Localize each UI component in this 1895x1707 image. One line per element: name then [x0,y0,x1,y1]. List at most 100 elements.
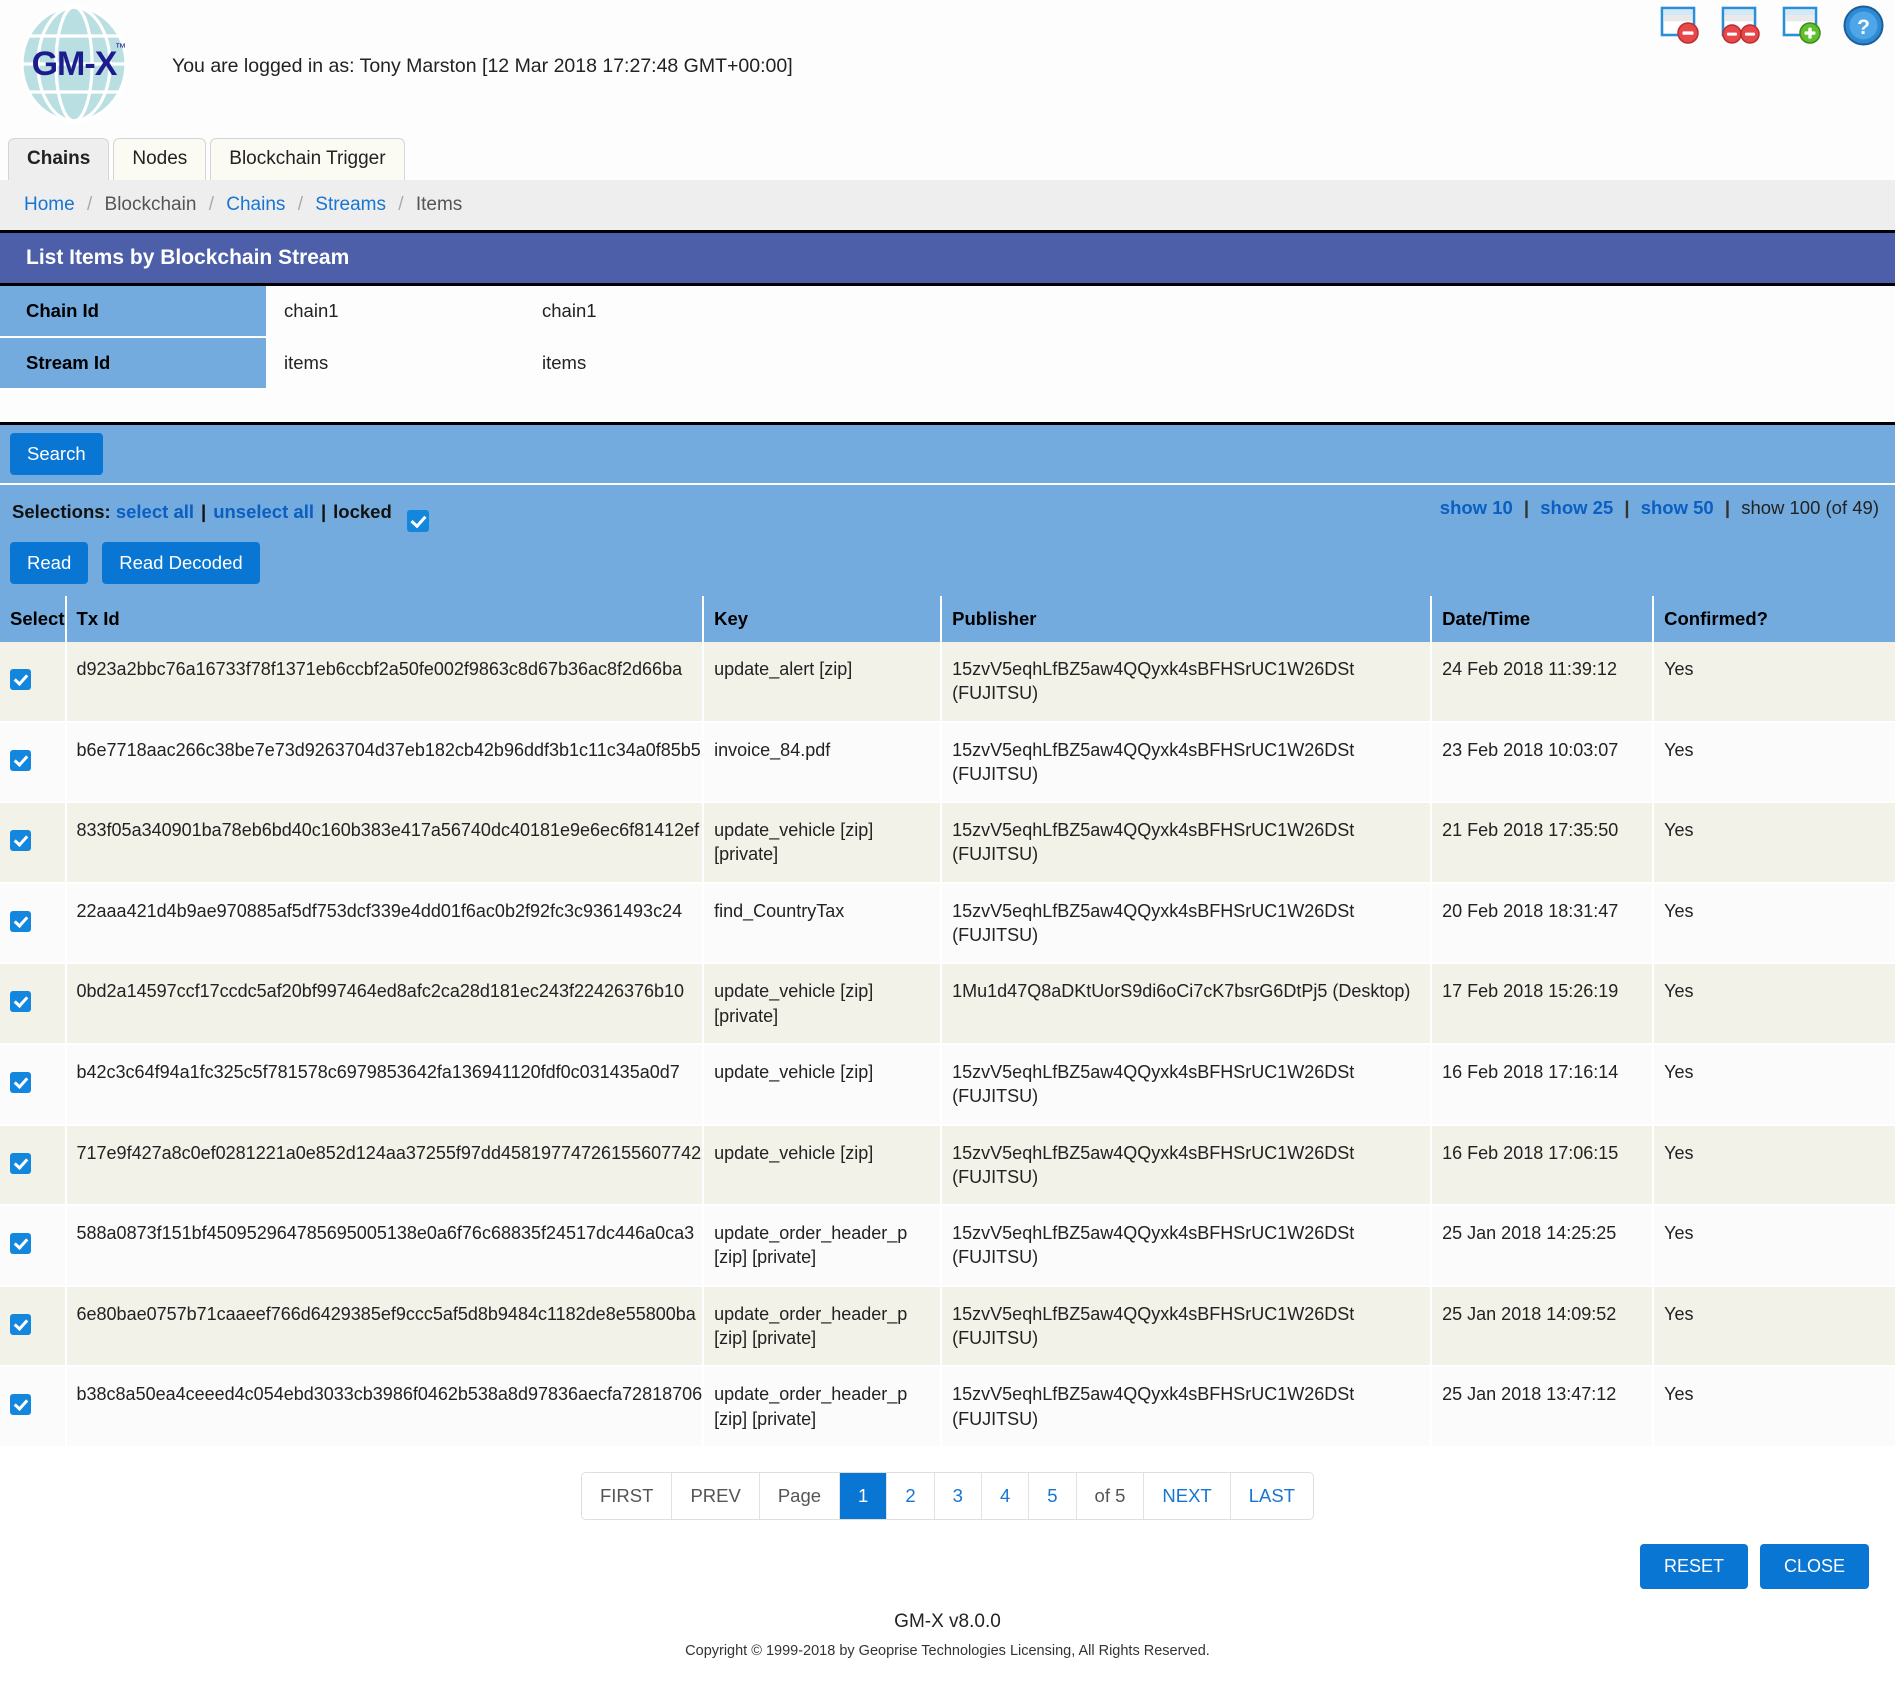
row-key: update_order_header_p [zip] [private] [703,1205,943,1287]
selections-links: Selections: select all | unselect all | … [12,501,392,523]
read-decoded-button[interactable]: Read Decoded [102,542,260,584]
pagination-page-5[interactable]: 5 [1029,1472,1077,1519]
publisher-address: 15zvV5eqhLfBZ5aw4QQyxk4sBFHSrUC1W26DSt [952,659,1355,679]
column-header-tx-id[interactable]: Tx Id [65,596,705,642]
row-datetime: 16 Feb 2018 17:06:15 [1431,1124,1655,1207]
copyright-text: Copyright © 1999-2018 by Geoprise Techno… [685,1642,1210,1659]
pagination-page-3[interactable]: 3 [934,1472,982,1519]
pagination-page-2[interactable]: 2 [887,1472,935,1519]
new-window-icon[interactable] [1781,4,1824,47]
gmx-logo: GM-X ™ [14,5,134,123]
publisher-name: (FUJITSU) [952,1166,1039,1187]
page-size-links: show 10 | show 25 | show 50 | show 100 (… [1440,497,1879,519]
tab-blockchain-trigger[interactable]: Blockchain Trigger [210,138,405,180]
show-10-link[interactable]: show 10 [1440,497,1513,518]
pagination-next[interactable]: NEXT [1144,1472,1231,1519]
table-row: 833f05a340901ba78eb6bd40c160b383e417a567… [0,802,1895,884]
row-select-checkbox[interactable] [10,910,31,932]
locked-checkbox[interactable] [406,510,429,532]
row-publisher: 15zvV5eqhLfBZ5aw4QQyxk4sBFHSrUC1W26DSt (… [941,882,1433,965]
reset-button[interactable]: RESET [1639,1543,1748,1589]
pagination-page-4[interactable]: 4 [981,1472,1030,1519]
row-key: update_order_header_p [zip] [private] [703,1366,943,1448]
row-select-checkbox[interactable] [10,1233,31,1255]
publisher-address: 15zvV5eqhLfBZ5aw4QQyxk4sBFHSrUC1W26DSt [952,1142,1355,1163]
select-all-link[interactable]: select all [116,501,194,523]
help-icon[interactable]: ? [1842,4,1885,47]
row-publisher: 15zvV5eqhLfBZ5aw4QQyxk4sBFHSrUC1W26DSt (… [941,1366,1433,1448]
close-button[interactable]: CLOSE [1759,1543,1869,1589]
window-controls: ? [1659,4,1885,47]
publisher-name: (FUJITSU) [952,1408,1039,1429]
column-header-datetime[interactable]: Date/Time [1431,596,1655,642]
table-row: 717e9f427a8c0ef0281221a0e852d124aa37255f… [0,1124,1895,1207]
close-all-windows-icon[interactable] [1720,4,1763,47]
show-25-link[interactable]: show 25 [1540,497,1613,518]
pagination-first[interactable]: FIRST [581,1472,673,1519]
row-select-cell [0,642,67,723]
show-100-label: show 100 (of 49) [1741,497,1879,518]
breadcrumb: Home / Blockchain / Chains / Streams / I… [0,180,1895,230]
pagination: FIRST PREV Page 1 2 3 4 5 of 5 NEXT LAST [580,1471,1315,1520]
field-value-stream-id: items items [266,338,1895,390]
row-select-checkbox[interactable] [10,1313,31,1335]
row-select-cell [0,1205,67,1287]
row-confirmed: Yes [1653,1285,1895,1368]
pagination-prev[interactable]: PREV [672,1472,760,1519]
pagination-page-1[interactable]: 1 [840,1472,888,1519]
row-tx-id: 717e9f427a8c0ef0281221a0e852d124aa37255f… [65,1124,705,1207]
row-tx-id: b38c8a50ea4ceeed4c054ebd3033cb3986f0462b… [65,1366,705,1448]
publisher-name: (FUJITSU) [952,925,1039,946]
row-select-checkbox[interactable] [10,991,31,1013]
row-publisher: 1Mu1d47Q8aDKtUorS9di6oCi7cK7bsrG6DtPj5 (… [941,963,1433,1045]
row-confirmed: Yes [1653,1043,1895,1126]
unselect-all-link[interactable]: unselect all [213,501,314,523]
selections-bar: Selections: select all | unselect all | … [0,485,1895,532]
row-select-cell [0,721,67,804]
pagination-last[interactable]: LAST [1230,1472,1314,1519]
table-row: 6e80bae0757b71caaeef766d6429385ef9ccc5af… [0,1285,1895,1368]
publisher-address: 15zvV5eqhLfBZ5aw4QQyxk4sBFHSrUC1W26DSt [952,739,1355,760]
column-header-publisher[interactable]: Publisher [941,596,1433,642]
breadcrumb-item-items: Items [415,194,463,215]
publisher-address: 15zvV5eqhLfBZ5aw4QQyxk4sBFHSrUC1W26DSt [952,820,1355,841]
publisher-name: (FUJITSU) [952,1328,1039,1349]
row-confirmed: Yes [1653,642,1895,723]
show-50-link[interactable]: show 50 [1641,497,1714,518]
tab-chains[interactable]: Chains [8,138,110,180]
table-body: d923a2bbc76a16733f78f1371eb6ccbf2a50fe00… [0,642,1895,1448]
search-button[interactable]: Search [10,433,103,475]
row-select-cell [0,882,67,965]
close-window-icon[interactable] [1659,4,1702,47]
table-row: b38c8a50ea4ceeed4c054ebd3033cb3986f0462b… [0,1366,1895,1448]
row-select-checkbox[interactable] [10,669,31,690]
row-key: update_vehicle [zip] [private] [703,963,943,1045]
row-publisher: 15zvV5eqhLfBZ5aw4QQyxk4sBFHSrUC1W26DSt (… [941,721,1433,804]
row-select-cell [0,1285,67,1368]
pagination-wrapper: FIRST PREV Page 1 2 3 4 5 of 5 NEXT LAST [0,1447,1895,1538]
row-select-checkbox[interactable] [10,749,31,771]
row-confirmed: Yes [1653,1205,1895,1287]
breadcrumb-item-streams[interactable]: Streams [315,194,386,215]
separator-pipe: | [1523,497,1530,518]
search-bar: Search [0,425,1895,485]
breadcrumb-item-chains[interactable]: Chains [226,194,285,215]
table-row: 0bd2a14597ccf17ccdc5af20bf997464ed8afc2c… [0,963,1895,1045]
row-tx-id: d923a2bbc76a16733f78f1371eb6ccbf2a50fe00… [65,642,705,723]
publisher-name: (FUJITSU) [952,844,1039,865]
field-label-stream-id: Stream Id [0,338,266,390]
stream-id-value-2: items [542,352,587,373]
row-confirmed: Yes [1653,963,1895,1045]
read-button[interactable]: Read [10,542,89,584]
column-header-key[interactable]: Key [703,596,943,642]
row-select-cell [0,802,67,884]
row-select-checkbox[interactable] [10,1071,31,1093]
breadcrumb-item-home[interactable]: Home [24,194,75,215]
row-select-checkbox[interactable] [10,1152,31,1174]
row-select-checkbox[interactable] [10,830,31,852]
row-tx-id: b6e7718aac266c38be7e73d9263704d37eb182cb… [65,721,705,804]
row-publisher: 15zvV5eqhLfBZ5aw4QQyxk4sBFHSrUC1W26DSt (… [941,802,1433,884]
row-key: invoice_84.pdf [703,721,943,804]
row-select-checkbox[interactable] [10,1394,31,1416]
tab-nodes[interactable]: Nodes [113,138,207,180]
